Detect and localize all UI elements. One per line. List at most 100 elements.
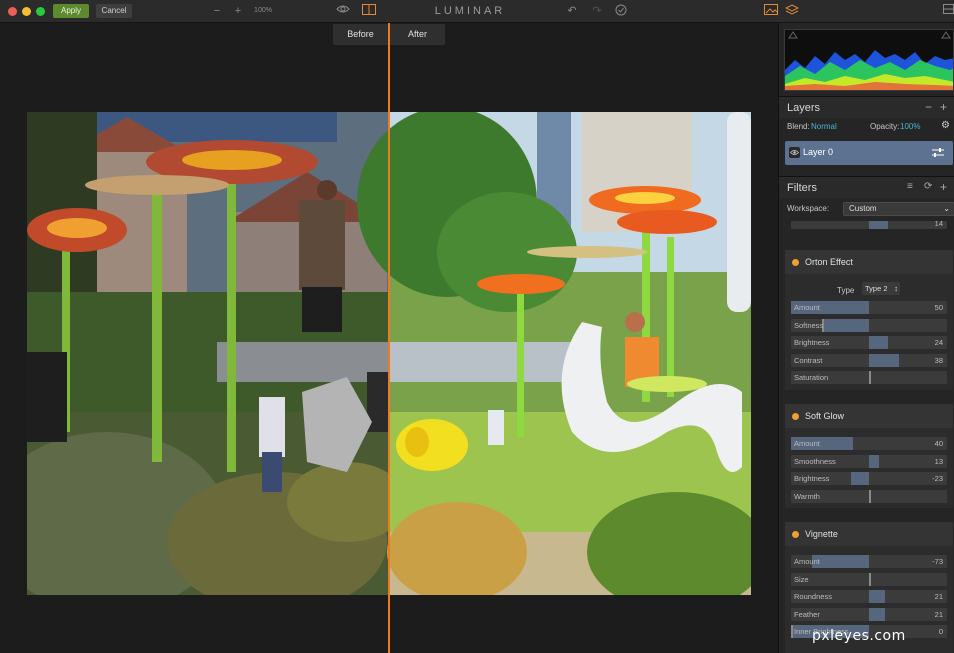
slider-warmth[interactable]: Warmth bbox=[791, 489, 947, 503]
maximize-window-icon[interactable] bbox=[36, 7, 45, 16]
workspace-row: Workspace: Custom ⌄ bbox=[787, 202, 954, 218]
filter-enabled-icon[interactable] bbox=[792, 259, 799, 266]
apply-button[interactable]: Apply bbox=[53, 4, 89, 18]
layer-name: Layer 0 bbox=[803, 147, 834, 157]
slider-label: Warmth bbox=[794, 491, 820, 501]
filters-title: Filters bbox=[787, 182, 817, 194]
type-select[interactable]: Type 2 ↕ bbox=[862, 282, 900, 295]
slider-contrast[interactable]: Contrast 38 bbox=[791, 353, 947, 367]
right-panel: Layers − + Blend: Normal Opacity: 100% ⚙… bbox=[778, 23, 954, 653]
slider-amount[interactable]: Amount -73 bbox=[791, 555, 947, 568]
histogram bbox=[784, 29, 954, 91]
slider-value: 21 bbox=[934, 592, 943, 601]
zoom-level[interactable]: 100% bbox=[252, 4, 274, 18]
slider-value: 24 bbox=[934, 338, 943, 347]
filters-section-header: Filters ≡ ⟳ + bbox=[779, 176, 954, 198]
close-window-icon[interactable] bbox=[8, 7, 17, 16]
blend-row: Blend: Normal Opacity: 100% ⚙ bbox=[787, 120, 954, 136]
stepper-icon: ↕ bbox=[894, 284, 898, 293]
layer-item[interactable]: Layer 0 bbox=[785, 141, 953, 165]
slider-handle[interactable] bbox=[791, 625, 793, 638]
orton-effect-header[interactable]: Orton Effect bbox=[785, 250, 953, 274]
opacity-label: Opacity: bbox=[870, 122, 900, 131]
slider-fill bbox=[869, 221, 888, 229]
slider-handle[interactable] bbox=[869, 371, 871, 384]
undo-icon[interactable]: ↶ bbox=[564, 4, 580, 18]
slider-value: 50 bbox=[934, 303, 943, 312]
slider-label: Roundness bbox=[794, 592, 832, 601]
minimize-window-icon[interactable] bbox=[22, 7, 31, 16]
filter-list-icon[interactable]: ≡ bbox=[907, 181, 913, 192]
plus-icon[interactable]: + bbox=[940, 100, 947, 114]
slider-value: 21 bbox=[934, 609, 943, 619]
minus-icon[interactable]: − bbox=[925, 100, 932, 114]
eye-icon[interactable] bbox=[335, 4, 351, 18]
before-after-split-handle[interactable] bbox=[388, 23, 390, 653]
type-value: Type 2 bbox=[865, 284, 888, 293]
sliders-icon[interactable] bbox=[931, 147, 945, 160]
slider-handle[interactable] bbox=[869, 489, 871, 503]
slider-amount[interactable]: Amount 40 bbox=[791, 437, 947, 450]
type-label: Type bbox=[837, 286, 855, 295]
image-icon[interactable] bbox=[763, 4, 779, 18]
after-tab[interactable]: After bbox=[390, 24, 445, 45]
slider-label: Brightness bbox=[794, 474, 830, 483]
plus-icon[interactable]: + bbox=[940, 180, 947, 194]
slider-brightness[interactable]: Brightness -23 bbox=[791, 472, 947, 485]
slider-label: Feather bbox=[794, 609, 820, 619]
slider-roundness[interactable]: Roundness 21 bbox=[791, 590, 947, 603]
slider-label: Contrast bbox=[794, 355, 823, 365]
vignette-header[interactable]: Vignette bbox=[785, 522, 953, 546]
slider-size[interactable]: Size bbox=[791, 572, 947, 586]
filter-enabled-icon[interactable] bbox=[792, 531, 799, 538]
slider-smoothness[interactable]: Smoothness 13 bbox=[791, 454, 947, 468]
slider-label: Amount bbox=[794, 439, 820, 448]
slider-softness[interactable]: Softness bbox=[791, 318, 947, 332]
partial-slider-row[interactable]: 14 bbox=[791, 221, 947, 229]
soft-glow-title: Soft Glow bbox=[805, 411, 845, 421]
slider-handle[interactable] bbox=[869, 572, 871, 586]
slider-value: 38 bbox=[934, 355, 943, 365]
workspace-value: Custom bbox=[849, 204, 877, 213]
cancel-button[interactable]: Cancel bbox=[96, 4, 132, 18]
refresh-icon[interactable]: ⟳ bbox=[924, 181, 932, 192]
slider-value: -23 bbox=[932, 474, 943, 483]
slider-fill bbox=[869, 336, 888, 349]
shadow-clipping-icon[interactable] bbox=[788, 31, 798, 39]
slider-brightness[interactable]: Brightness 24 bbox=[791, 336, 947, 349]
slider-amount[interactable]: Amount 50 bbox=[791, 301, 947, 314]
soft-glow-header[interactable]: Soft Glow bbox=[785, 404, 953, 428]
chevron-down-icon: ⌄ bbox=[943, 204, 950, 213]
layers-title: Layers bbox=[787, 102, 821, 114]
filter-enabled-icon[interactable] bbox=[792, 413, 799, 420]
slider-label: Brightness bbox=[794, 338, 830, 347]
slider-feather[interactable]: Feather 21 bbox=[791, 607, 947, 621]
blend-mode-select[interactable]: Normal bbox=[811, 122, 837, 131]
gear-icon[interactable]: ⚙ bbox=[941, 120, 950, 131]
split-compare-icon[interactable] bbox=[361, 4, 377, 18]
blend-label: Blend: bbox=[787, 122, 810, 131]
before-tab[interactable]: Before bbox=[333, 24, 388, 45]
slider-fill bbox=[822, 318, 869, 332]
panel-toggle-icon[interactable] bbox=[940, 4, 954, 18]
opacity-value[interactable]: 100% bbox=[900, 122, 920, 131]
orton-effect-filter: Orton Effect Type Type 2 ↕ Amount 50 Softn… bbox=[785, 250, 953, 390]
layers-icon[interactable] bbox=[784, 4, 800, 18]
slider-fill bbox=[869, 607, 886, 621]
eye-icon[interactable] bbox=[789, 147, 800, 158]
orton-effect-title: Orton Effect bbox=[805, 257, 853, 267]
canvas-area: Before After bbox=[0, 23, 778, 653]
slider-fill bbox=[869, 454, 880, 468]
slider-fill bbox=[812, 555, 869, 568]
slider-label: Saturation bbox=[794, 373, 829, 382]
app-title: LUMINAR bbox=[434, 5, 506, 17]
highlight-clipping-icon[interactable] bbox=[941, 31, 951, 39]
watermark: pxleyes.com bbox=[812, 628, 906, 644]
workspace-select[interactable]: Custom ⌄ bbox=[843, 202, 954, 216]
slider-saturation[interactable]: Saturation bbox=[791, 371, 947, 384]
history-icon[interactable] bbox=[613, 4, 629, 18]
zoom-in-button[interactable]: + bbox=[230, 4, 246, 18]
slider-value: 0 bbox=[938, 627, 943, 636]
zoom-out-button[interactable]: − bbox=[209, 4, 225, 18]
redo-icon[interactable]: ↷ bbox=[589, 4, 605, 18]
